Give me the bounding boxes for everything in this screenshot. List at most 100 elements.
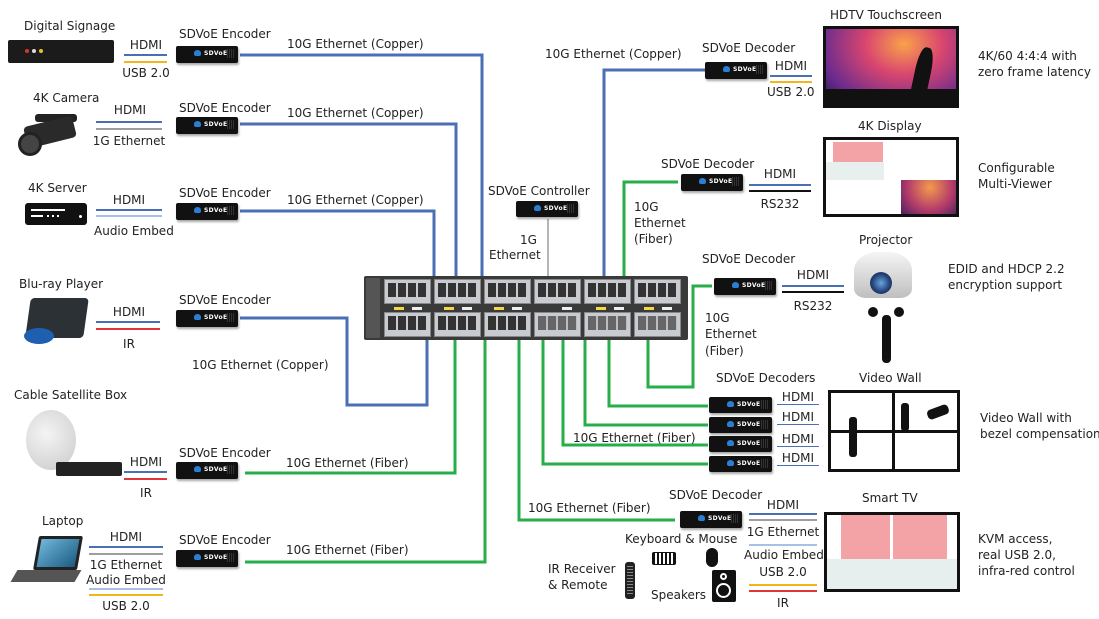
signal-label: IR bbox=[123, 337, 135, 351]
signal-label: HDMI bbox=[109, 530, 143, 544]
display-label-video-wall: Video Wall bbox=[859, 371, 922, 385]
hdmi-line bbox=[124, 471, 167, 473]
feature-text: Video Wall with bbox=[980, 411, 1072, 425]
signal-label: IR bbox=[140, 486, 152, 500]
feature-text: 4K/60 4:4:4 with bbox=[978, 49, 1077, 63]
source-label-4k-camera: 4K Camera bbox=[33, 91, 100, 105]
server-icon bbox=[25, 203, 87, 225]
signal-label: HDMI bbox=[763, 167, 797, 181]
wire-fiber-laptop bbox=[245, 340, 487, 564]
hdmi-line bbox=[96, 121, 162, 123]
laptop-icon bbox=[10, 536, 84, 586]
mouse-icon bbox=[706, 548, 718, 567]
controller-link-label: Ethernet bbox=[489, 248, 541, 262]
keyboard-mouse-label: Keyboard & Mouse bbox=[625, 532, 738, 546]
signal-label: HDMI bbox=[796, 268, 830, 282]
remote-control-icon bbox=[625, 562, 635, 599]
feature-text: KVM access, bbox=[978, 532, 1053, 546]
signal-label: HDMI bbox=[766, 498, 800, 512]
signal-label: HDMI bbox=[781, 432, 815, 446]
decoder-label: SDVoE Decoders bbox=[716, 371, 816, 385]
signal-label: HDMI bbox=[774, 59, 808, 73]
sdvoe-decoder-box: SDVoE bbox=[709, 417, 772, 433]
smart-tv-display bbox=[824, 512, 960, 592]
link-label: 10G Ethernet (Copper) bbox=[545, 47, 682, 61]
signal-label: IR bbox=[777, 596, 789, 610]
source-label-laptop: Laptop bbox=[42, 514, 84, 528]
hdmi-line bbox=[777, 465, 819, 466]
controller-label: SDVoE Controller bbox=[488, 184, 590, 198]
encoder-label: SDVoE Encoder bbox=[179, 186, 271, 200]
link-label: 10G Ethernet (Fiber) bbox=[528, 501, 651, 515]
link-label: Ethernet bbox=[634, 216, 686, 230]
usb-line bbox=[124, 61, 167, 63]
hdmi-line bbox=[124, 54, 167, 56]
ethernet-line bbox=[96, 128, 162, 130]
hdmi-line bbox=[749, 184, 811, 186]
ethernet-line bbox=[89, 553, 163, 555]
sdvoe-decoder-box: SDVoE bbox=[709, 456, 772, 472]
feature-text: Multi-Viewer bbox=[978, 177, 1052, 191]
ir-line bbox=[749, 590, 817, 592]
camera-icon bbox=[15, 112, 80, 156]
wire-copper-4k-server bbox=[240, 209, 436, 276]
hdmi-line bbox=[777, 424, 819, 425]
link-label: (Fiber) bbox=[705, 344, 744, 358]
feature-text: bezel compensation bbox=[980, 427, 1099, 441]
encoder-label: SDVoE Encoder bbox=[179, 293, 271, 307]
hdmi-line bbox=[770, 75, 812, 77]
encoder-label: SDVoE Encoder bbox=[179, 533, 271, 547]
source-label-bluray-player: Blu-ray Player bbox=[19, 277, 104, 291]
sdvoe-encoder-box: SDVoE bbox=[176, 462, 238, 479]
decoder-label: SDVoE Decoder bbox=[702, 252, 796, 266]
signal-label: HDMI bbox=[781, 410, 815, 424]
feature-text: real USB 2.0, bbox=[978, 548, 1056, 562]
sdvoe-encoder-box: SDVoE bbox=[176, 117, 238, 134]
signal-label: HDMI bbox=[112, 305, 146, 319]
signal-label: Audio Embed bbox=[86, 573, 166, 587]
signal-label: HDMI bbox=[129, 455, 163, 469]
sdvoe-encoder-box: SDVoE bbox=[176, 203, 238, 220]
feature-text: encryption support bbox=[948, 278, 1063, 292]
source-label-4k-server: 4K Server bbox=[28, 181, 87, 195]
decoder-label: SDVoE Decoder bbox=[661, 157, 755, 171]
sdvoe-controller-box: SDVoE bbox=[516, 201, 578, 217]
signal-label: USB 2.0 bbox=[767, 85, 815, 99]
hdmi-line bbox=[782, 285, 844, 287]
ir-line bbox=[124, 478, 167, 480]
audio-embed-line bbox=[96, 215, 162, 217]
sdvoe-encoder-box: SDVoE bbox=[176, 310, 238, 327]
usb-line bbox=[749, 584, 817, 586]
speaker-icon bbox=[712, 570, 736, 602]
ir-receiver-label: IR Receiver bbox=[548, 562, 616, 576]
wire-copper-digital-signage bbox=[240, 53, 484, 276]
hdmi-line bbox=[777, 404, 819, 405]
ir-line bbox=[96, 328, 160, 330]
hdmi-line bbox=[96, 321, 160, 323]
ethernet-line bbox=[749, 519, 817, 521]
video-wall-display bbox=[828, 390, 960, 472]
link-label: 10G Ethernet (Fiber) bbox=[286, 543, 409, 557]
signal-label: 1G Ethernet bbox=[92, 134, 166, 148]
display-label-projector: Projector bbox=[859, 233, 913, 247]
link-label: 10G Ethernet (Copper) bbox=[287, 106, 424, 120]
sdvoe-decoder-box: SDVoE bbox=[681, 174, 743, 191]
signal-label: Audio Embed bbox=[94, 224, 174, 238]
link-label: 10G Ethernet (Fiber) bbox=[573, 431, 696, 445]
link-label: 10G Ethernet (Copper) bbox=[287, 193, 424, 207]
feature-text: zero frame latency bbox=[978, 65, 1091, 79]
keyboard-icon bbox=[652, 552, 676, 565]
projector-icon bbox=[852, 250, 914, 302]
cheerleader-silhouette-icon bbox=[868, 307, 904, 365]
encoder-label: SDVoE Encoder bbox=[179, 101, 271, 115]
signal-label: RS232 bbox=[760, 197, 800, 211]
hdmi-line bbox=[777, 446, 819, 447]
rs232-line bbox=[782, 291, 844, 293]
signal-label: USB 2.0 bbox=[122, 66, 170, 80]
bluray-player-icon bbox=[24, 298, 89, 346]
controller-link-label: 1G bbox=[520, 233, 537, 247]
ir-receiver-label: & Remote bbox=[548, 578, 608, 592]
signal-label: USB 2.0 bbox=[759, 565, 807, 579]
link-label: 10G bbox=[705, 311, 730, 325]
link-label: (Fiber) bbox=[634, 232, 673, 246]
